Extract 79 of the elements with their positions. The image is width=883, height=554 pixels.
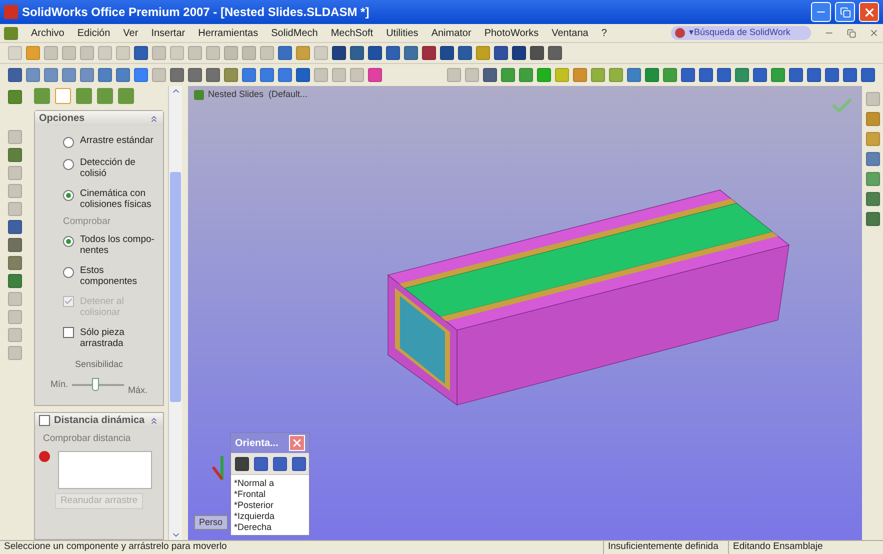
- option-label: Detección de colisió: [80, 157, 136, 179]
- option-label: Todos los compo-nentes: [80, 234, 156, 256]
- option-label: Arrastre estándar: [80, 135, 154, 146]
- group-label: Comprobar: [62, 215, 112, 229]
- close-icon[interactable]: [869, 28, 879, 38]
- option-label: Cinemática con colisiones físicas: [80, 188, 152, 210]
- menu-item[interactable]: Ver: [123, 26, 138, 40]
- square-tool-icon[interactable]: [866, 192, 880, 206]
- field-label: Comprobar distancia: [42, 432, 132, 446]
- distance-field[interactable]: [58, 450, 152, 488]
- axis-triad-icon: [212, 456, 224, 480]
- app-logo-icon: [4, 5, 18, 19]
- close-button[interactable]: [289, 435, 305, 451]
- app-logo-icon: [4, 26, 18, 40]
- view-tab[interactable]: Perso: [194, 514, 228, 530]
- radio-button[interactable]: [63, 267, 74, 278]
- checkbox[interactable]: [39, 415, 50, 426]
- restore-button[interactable]: [835, 2, 855, 22]
- status-definition: Insuficientemente definida: [603, 540, 728, 554]
- scrollbar[interactable]: [168, 86, 182, 540]
- panel-tab-icon[interactable]: [76, 88, 92, 104]
- view-list-item[interactable]: *Frontal: [234, 489, 309, 500]
- panel-tab-icon[interactable]: [97, 88, 113, 104]
- square-tool-icon[interactable]: [254, 456, 268, 470]
- panel-tab-icon[interactable]: [34, 88, 50, 104]
- window-title: SolidWorks Office Premium 2007 - [Nested Slides.SLDASM *]: [22, 4, 370, 21]
- status-mode: Editando Ensamblaje: [728, 540, 883, 554]
- restore-icon[interactable]: [847, 28, 856, 38]
- menu-item[interactable]: Archivo: [31, 26, 64, 40]
- menu-item[interactable]: Animator: [431, 26, 472, 40]
- radio-button[interactable]: [63, 159, 74, 170]
- status-message: Seleccione un componente y arrástrelo para moverlo: [3, 540, 228, 554]
- slider-label: Sensibilidac: [74, 358, 124, 372]
- restore-icon: [840, 6, 850, 18]
- view-list-item[interactable]: *Normal a: [234, 478, 309, 489]
- check-icon: [64, 297, 73, 306]
- close-button[interactable]: [859, 2, 879, 22]
- option-label: Estos componentes: [80, 265, 138, 288]
- slider-min-label: Mín.: [50, 378, 68, 391]
- search-icon: [675, 28, 685, 38]
- view-list-item[interactable]: *Derecha: [234, 522, 309, 533]
- search-field[interactable]: ▾Búsqueda de SolidWork: [671, 26, 811, 40]
- radio-button[interactable]: [63, 137, 74, 148]
- menu-item[interactable]: Ventana: [552, 26, 588, 40]
- section-title: Distancia dinámica: [54, 414, 145, 428]
- error-icon: [39, 450, 50, 462]
- menu-item[interactable]: PhotoWorks: [484, 26, 539, 40]
- dialog-title: Orienta...: [235, 436, 280, 450]
- collapse-icon[interactable]: [149, 416, 159, 426]
- square-tool-icon[interactable]: [866, 212, 880, 226]
- scroll-thumb[interactable]: [170, 172, 181, 402]
- menu-item[interactable]: Herramientas: [198, 26, 258, 40]
- view-list-item[interactable]: *Izquierda: [234, 511, 309, 522]
- radio-button[interactable]: [63, 190, 74, 201]
- slider-thumb[interactable]: [92, 378, 100, 390]
- menu-item[interactable]: ?: [601, 26, 607, 40]
- checkbox-label: Sólo pieza arrastrada: [80, 327, 126, 350]
- square-tool-icon[interactable]: [866, 152, 880, 166]
- square-tool-icon[interactable]: [235, 456, 249, 470]
- menu-item[interactable]: Edición: [77, 26, 110, 40]
- close-icon: [862, 6, 876, 18]
- square-tool-icon[interactable]: [273, 456, 287, 470]
- collapse-icon[interactable]: [149, 114, 159, 124]
- menu-item[interactable]: Utilities: [386, 26, 418, 40]
- panel-tab-icon[interactable]: [118, 88, 134, 104]
- menu-item[interactable]: SolidMech: [271, 26, 318, 40]
- square-tool-icon[interactable]: [292, 456, 306, 470]
- close-icon: [291, 437, 303, 449]
- assembly-icon: [194, 90, 204, 100]
- slider-max-label: Máx.: [128, 384, 148, 397]
- section-title: Opciones: [39, 112, 86, 126]
- panel-tab-icon[interactable]: [55, 88, 71, 104]
- tree-label[interactable]: Nested Slides (Default...: [208, 88, 308, 102]
- radio-button[interactable]: [63, 236, 74, 248]
- menu-item[interactable]: Insertar: [151, 26, 186, 40]
- view-list-item[interactable]: *Posterior: [234, 500, 309, 511]
- checkbox[interactable]: [63, 327, 74, 338]
- menu-item[interactable]: MechSoft: [330, 26, 374, 40]
- minimize-button[interactable]: [811, 2, 831, 22]
